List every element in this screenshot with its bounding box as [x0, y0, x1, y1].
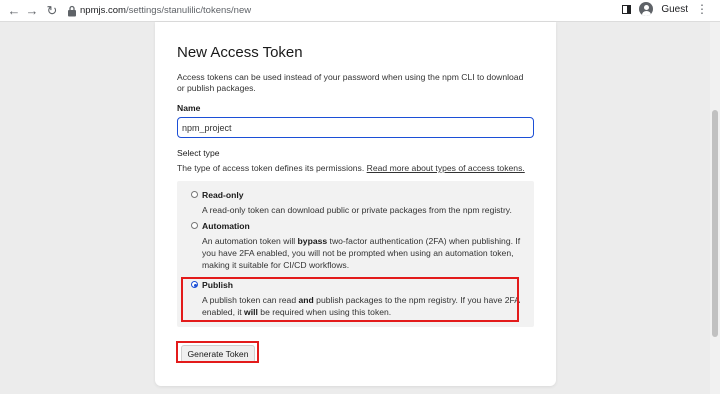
scrollbar-thumb[interactable]: [712, 110, 718, 337]
option-automation-title: Automation: [202, 221, 250, 231]
generate-highlight-box: [176, 341, 259, 363]
back-arrow-icon[interactable]: ←: [6, 3, 22, 19]
type-description-text: The type of access token defines its per…: [177, 163, 365, 173]
radio-automation[interactable]: [191, 222, 198, 229]
address-bar[interactable]: npmjs.com/settings/stanulilic/tokens/new: [80, 4, 251, 18]
automation-desc-bold: bypass: [297, 236, 328, 246]
forward-arrow-icon[interactable]: →: [24, 3, 40, 19]
radio-read-only[interactable]: [191, 191, 198, 198]
option-read-only-title: Read-only: [202, 190, 244, 200]
publish-highlight-box: [181, 277, 519, 322]
option-automation-desc: An automation token will bypass two-fact…: [202, 235, 522, 271]
kebab-menu-icon[interactable]: ⋮: [696, 2, 708, 16]
url-path: /settings/stanulilic/tokens/new: [125, 5, 252, 16]
option-read-only-desc: A read-only token can download public or…: [202, 205, 512, 215]
browser-toolbar: ← → ↻ npmjs.com/settings/stanulilic/toke…: [0, 0, 720, 22]
reload-icon[interactable]: ↻: [44, 3, 60, 19]
select-type-label: Select type: [177, 148, 220, 158]
token-name-input[interactable]: [177, 117, 534, 138]
profile-label[interactable]: Guest: [661, 4, 688, 15]
page-description: Access tokens can be used instead of you…: [177, 72, 524, 93]
side-panel-icon[interactable]: [622, 4, 632, 14]
page-title: New Access Token: [177, 44, 303, 61]
lock-icon[interactable]: [67, 5, 77, 17]
url-domain: npmjs.com: [80, 5, 126, 16]
name-label: Name: [177, 103, 201, 113]
avatar-icon[interactable]: [639, 2, 654, 16]
automation-desc-pre: An automation token will: [202, 236, 298, 246]
type-description: The type of access token defines its per…: [177, 163, 525, 173]
token-types-link[interactable]: Read more about types of access tokens.: [367, 163, 525, 173]
new-token-card: New Access Token Access tokens can be us…: [155, 22, 556, 386]
scrollbar[interactable]: [710, 22, 720, 394]
